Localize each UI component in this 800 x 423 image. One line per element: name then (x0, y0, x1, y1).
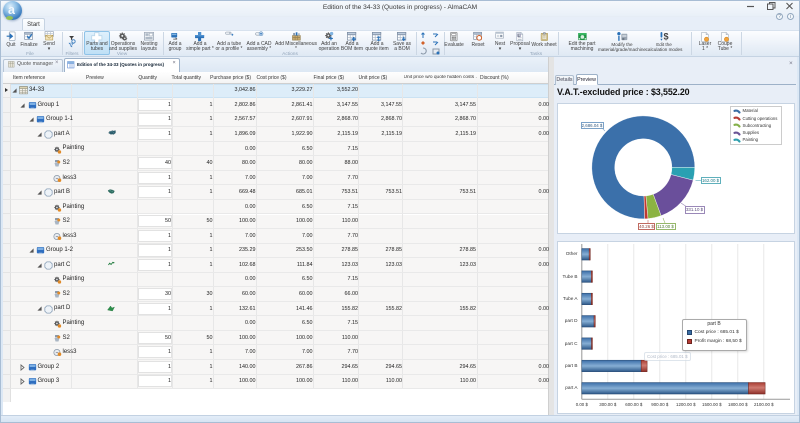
svg-text:$: $ (663, 31, 668, 41)
